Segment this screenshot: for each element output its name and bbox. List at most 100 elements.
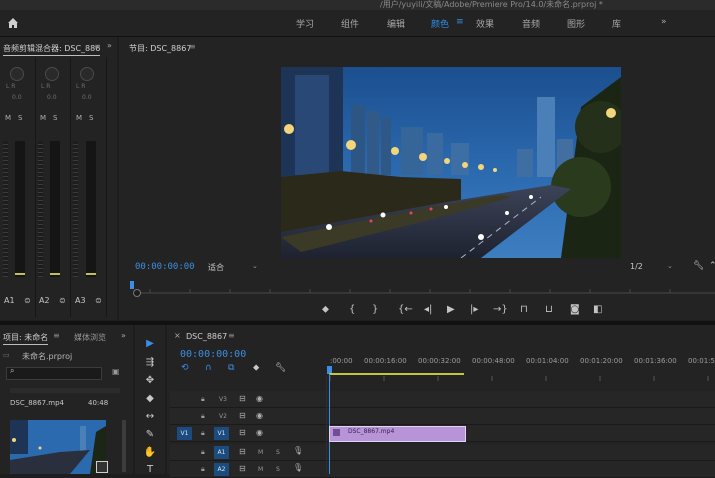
eye-icon[interactable]: ◉ xyxy=(256,411,263,420)
track-target-v1[interactable]: V1 xyxy=(214,427,229,440)
pen-tool-icon[interactable]: ✎ xyxy=(142,429,158,440)
fader-a2[interactable] xyxy=(50,273,60,275)
lock-icon[interactable]: 🔒︎ xyxy=(201,448,205,457)
snap-icon[interactable]: ∩ xyxy=(205,363,212,373)
lock-icon[interactable]: 🔒︎ xyxy=(201,395,205,404)
mute-button-a2[interactable]: M xyxy=(40,114,46,122)
workspace-effects[interactable]: 效果 xyxy=(476,17,494,30)
project-clip-thumbnail[interactable] xyxy=(10,420,106,474)
fit-dropdown[interactable]: 适合 xyxy=(208,262,224,273)
timeline-clip[interactable]: DSC_8867.mp4 xyxy=(329,426,466,442)
workspace-libraries[interactable]: 库 xyxy=(612,17,621,30)
media-browser-tab[interactable]: 媒体浏览 xyxy=(74,332,106,343)
mute-button-a3[interactable]: M xyxy=(76,114,82,122)
selection-tool-icon[interactable]: ▶ xyxy=(142,338,158,349)
lock-icon[interactable]: 🔒︎ xyxy=(201,429,205,438)
search-input[interactable] xyxy=(6,367,102,380)
scrub-start-handle[interactable] xyxy=(133,289,141,297)
lock-icon[interactable]: 🔒︎ xyxy=(201,465,205,474)
fader-a3[interactable] xyxy=(86,273,96,275)
timeline-timecode[interactable]: 00:00:00:00 xyxy=(180,349,246,360)
comparison-view-icon[interactable]: ◧ xyxy=(593,304,602,315)
mixer-title[interactable]: 音频剪辑混合器: DSC_886 xyxy=(3,43,101,56)
step-forward-icon[interactable]: |▸ xyxy=(470,304,478,315)
workspace-learn[interactable]: 学习 xyxy=(296,17,314,30)
chevron-down-icon[interactable]: ⌄ xyxy=(252,262,258,270)
track-select-tool-icon[interactable]: ⇶ xyxy=(142,357,158,368)
extract-icon[interactable]: ⊔ xyxy=(545,304,553,315)
panel-menu-icon[interactable]: ≡ xyxy=(94,42,101,51)
project-scrollbar[interactable] xyxy=(122,420,126,472)
pan-knob-a2[interactable] xyxy=(45,67,59,81)
hand-tool-icon[interactable]: ✋ xyxy=(142,447,158,458)
go-to-in-icon[interactable]: {← xyxy=(398,304,413,315)
eye-icon[interactable]: ◉ xyxy=(256,394,263,403)
home-icon[interactable] xyxy=(6,16,20,30)
workspace-graphics[interactable]: 图形 xyxy=(567,17,585,30)
chevron-down-icon[interactable]: ⌄ xyxy=(667,262,673,270)
program-timecode[interactable]: 00:00:00:00 xyxy=(135,262,195,272)
solo-button[interactable]: S xyxy=(276,449,280,456)
speaker-icon[interactable]: ⊜ xyxy=(95,296,102,305)
sync-lock-icon[interactable]: ⊟ xyxy=(239,464,246,473)
work-area-bar[interactable] xyxy=(329,373,464,375)
sync-lock-icon[interactable]: ⊟ xyxy=(239,447,246,456)
timeline-settings-icon[interactable]: 🔧︎ xyxy=(275,363,286,373)
go-to-out-icon[interactable]: →} xyxy=(493,304,508,315)
mute-button[interactable]: M xyxy=(258,466,263,473)
nest-icon[interactable]: ⟲ xyxy=(181,363,189,373)
program-scrub-bar[interactable] xyxy=(130,280,715,294)
source-patch-v1[interactable]: V1 xyxy=(177,427,192,440)
wrench-icon[interactable]: 🔧︎ xyxy=(693,261,704,271)
solo-button-a2[interactable]: S xyxy=(53,114,57,122)
mute-button[interactable]: M xyxy=(258,449,263,456)
workspace-menu-icon[interactable]: ≡ xyxy=(456,17,464,27)
program-title[interactable]: 节目: DSC_8867 xyxy=(129,43,191,54)
sequence-tab[interactable]: DSC_8867 xyxy=(186,332,227,341)
razor-tool-icon[interactable]: ◆ xyxy=(142,393,158,404)
step-back-icon[interactable]: ◂| xyxy=(424,304,432,315)
workspace-color[interactable]: 颜色 xyxy=(431,17,449,30)
more-panels-icon[interactable]: » xyxy=(121,331,126,340)
add-marker-icon[interactable]: ⬥ xyxy=(253,363,259,373)
camera-icon[interactable]: ◙ xyxy=(570,304,580,315)
new-bin-icon[interactable]: ▣ xyxy=(112,367,120,376)
mute-button-a1[interactable]: M xyxy=(5,114,11,122)
speaker-icon[interactable]: ⊜ xyxy=(24,296,31,305)
solo-button-a1[interactable]: S xyxy=(18,114,22,122)
pan-knob-a3[interactable] xyxy=(80,67,94,81)
project-clip-name[interactable]: DSC_8867.mp4 xyxy=(10,399,64,407)
panel-menu-icon[interactable]: ≡ xyxy=(189,42,196,51)
track-target-a2[interactable]: A2 xyxy=(214,463,229,476)
mark-in-icon[interactable]: { xyxy=(349,304,355,315)
workspace-editing[interactable]: 编辑 xyxy=(387,17,405,30)
linked-selection-icon[interactable]: ⧉ xyxy=(228,363,234,373)
lift-icon[interactable]: ⊓ xyxy=(520,304,528,315)
slip-tool-icon[interactable]: ↔ xyxy=(142,411,158,422)
sync-lock-icon[interactable]: ⊟ xyxy=(239,428,246,437)
resolution-dropdown[interactable]: 1/2 xyxy=(630,262,643,271)
sync-lock-icon[interactable]: ⊟ xyxy=(239,394,246,403)
ripple-edit-tool-icon[interactable]: ✥ xyxy=(142,375,158,386)
lock-icon[interactable]: 🔒︎ xyxy=(201,412,205,421)
more-workspaces-icon[interactable]: » xyxy=(661,17,667,27)
project-tab[interactable]: 项目: 未命名 xyxy=(3,332,49,345)
add-marker-icon[interactable]: ⬥ xyxy=(322,304,329,315)
workspace-audio[interactable]: 音频 xyxy=(522,17,540,30)
speaker-icon[interactable]: ⊜ xyxy=(59,296,66,305)
workspace-assembly[interactable]: 组件 xyxy=(341,17,359,30)
sync-lock-icon[interactable]: ⊟ xyxy=(239,411,246,420)
type-tool-icon[interactable]: T xyxy=(142,464,158,475)
microphone-icon[interactable]: 🎙︎ xyxy=(293,463,303,472)
more-panels-icon[interactable]: » xyxy=(107,41,112,50)
close-icon[interactable]: × xyxy=(174,331,181,340)
more-icon[interactable]: ⌃ xyxy=(709,261,715,271)
play-icon[interactable]: ▶ xyxy=(447,304,455,315)
pan-knob-a1[interactable] xyxy=(10,67,24,81)
solo-button-a3[interactable]: S xyxy=(89,114,93,122)
eye-icon[interactable]: ◉ xyxy=(256,428,263,437)
mark-out-icon[interactable]: } xyxy=(372,304,378,315)
solo-button[interactable]: S xyxy=(276,466,280,473)
panel-menu-icon[interactable]: ≡ xyxy=(53,331,60,340)
fader-a1[interactable] xyxy=(15,273,25,275)
